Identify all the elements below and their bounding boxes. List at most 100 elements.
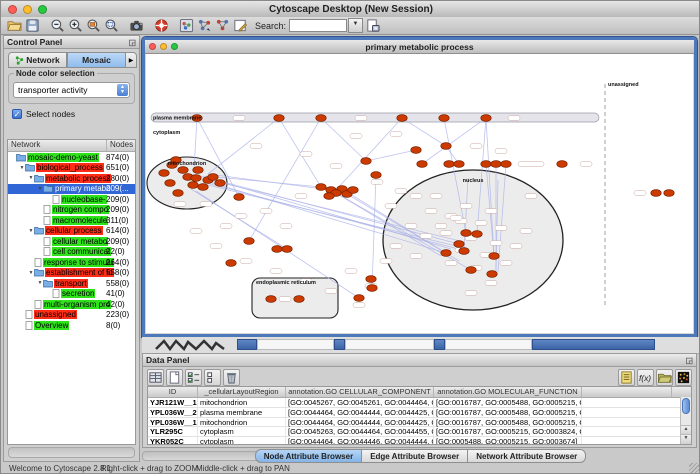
network-node[interactable] — [282, 246, 292, 253]
network-node[interactable] — [481, 161, 491, 168]
tree-row[interactable]: secretion41(0) — [8, 289, 135, 300]
network-node[interactable] — [367, 285, 377, 292]
network-node[interactable] — [444, 161, 454, 168]
table-column-header[interactable] — [582, 387, 672, 397]
tree-row[interactable]: ▼biological_process651(0) — [8, 163, 135, 174]
help-ring-icon[interactable] — [153, 18, 169, 34]
import-attributes-icon[interactable] — [656, 369, 673, 386]
network-node[interactable] — [272, 246, 282, 253]
network-node[interactable] — [361, 158, 371, 165]
network-node[interactable] — [651, 190, 661, 197]
tab-edge-attribute-browser[interactable]: Edge Attribute Browser — [362, 449, 468, 463]
network-node[interactable] — [173, 190, 183, 197]
network-node[interactable] — [274, 115, 284, 122]
network-node[interactable] — [472, 231, 482, 238]
function-builder-icon[interactable]: f(x) — [637, 369, 654, 386]
tree-row[interactable]: cellular metabo209(0) — [8, 236, 135, 247]
new-attribute-icon[interactable] — [166, 369, 183, 386]
tree-row[interactable]: ▼primary metabo209(... — [8, 184, 135, 195]
network-node[interactable] — [159, 170, 169, 177]
table-column-header[interactable]: annotation.GO CELLULAR_COMPONENT — [286, 387, 434, 397]
network-node[interactable] — [226, 260, 236, 267]
float-window-icon[interactable]: ◲ — [685, 356, 693, 365]
network-node[interactable] — [461, 230, 471, 237]
network-node[interactable] — [178, 167, 188, 174]
tree-column-network[interactable]: Network — [8, 140, 107, 151]
edge[interactable] — [208, 118, 279, 174]
resize-grip[interactable] — [689, 463, 700, 474]
tree-row[interactable]: ▼establishment of lo558(0) — [8, 268, 135, 279]
network-node[interactable] — [459, 248, 469, 255]
tree-row[interactable]: ▼transport558(0) — [8, 278, 135, 289]
tree-row[interactable]: ▼metabolic process280(0) — [8, 173, 135, 184]
tree-row[interactable]: response to stimulu264(0) — [8, 257, 135, 268]
tab-network-attribute-browser[interactable]: Network Attribute Browser — [468, 449, 586, 463]
tree-row[interactable]: nitrogen compo209(0) — [8, 205, 135, 216]
network-node[interactable] — [208, 174, 218, 181]
network-node[interactable] — [324, 193, 334, 200]
network-node[interactable] — [244, 238, 254, 245]
tree-row[interactable]: cell communicat22(0) — [8, 247, 135, 258]
zoom-selected-icon[interactable] — [103, 18, 119, 34]
region-plasma-membrane[interactable] — [151, 113, 599, 122]
network-node[interactable] — [501, 161, 511, 168]
network-node[interactable] — [215, 180, 225, 187]
tree-column-nodes[interactable]: Nodes — [107, 140, 133, 151]
edge[interactable] — [321, 118, 366, 161]
tree-row[interactable]: nucleobase-209(0) — [8, 194, 135, 205]
scroll-down-icon[interactable]: ▼ — [681, 434, 691, 444]
select-attributes-icon[interactable] — [185, 369, 202, 386]
network-node[interactable] — [191, 175, 201, 182]
delete-attribute-icon[interactable] — [223, 369, 240, 386]
attribute-batch-icon[interactable] — [618, 369, 635, 386]
select-nodes-checkbox[interactable]: ✓ — [12, 109, 22, 119]
network-node[interactable] — [316, 115, 326, 122]
tab-mosaic[interactable]: Mosaic — [67, 52, 126, 68]
search-input[interactable] — [289, 19, 347, 32]
network-node[interactable] — [188, 182, 198, 189]
tree-row[interactable]: ▼cellular process614(0) — [8, 226, 135, 237]
edge[interactable] — [249, 118, 321, 241]
network-node[interactable] — [316, 184, 326, 191]
network-node[interactable] — [441, 143, 451, 150]
network-node[interactable] — [439, 115, 449, 122]
network-node[interactable] — [354, 295, 364, 302]
zoom-in-icon[interactable] — [67, 18, 83, 34]
create-view-icon[interactable] — [214, 18, 230, 34]
network-node[interactable] — [266, 296, 276, 303]
network-node[interactable] — [366, 276, 376, 283]
tree-row[interactable]: Overview8(0) — [8, 320, 135, 331]
network-node[interactable] — [441, 250, 451, 257]
network-node[interactable] — [664, 190, 674, 197]
table-scrollbar[interactable]: ▲ ▼ — [680, 397, 691, 444]
network-node[interactable] — [193, 167, 203, 174]
tree-row[interactable]: unassigned223(0) — [8, 310, 135, 321]
search-options-icon[interactable] — [364, 18, 380, 34]
table-row[interactable]: YKR052Ccytoplasm[GO:0044464, GO:0044446,… — [148, 437, 691, 445]
save-icon[interactable] — [24, 18, 40, 34]
open-folder-icon[interactable] — [6, 18, 22, 34]
network-node[interactable] — [454, 241, 464, 248]
table-column-header[interactable]: annotation.GO MOLECULAR_FUNCTION — [434, 387, 582, 397]
network-node[interactable] — [466, 267, 476, 274]
network-node[interactable] — [454, 161, 464, 168]
vizmapper-icon[interactable] — [178, 18, 194, 34]
unselect-attributes-icon[interactable] — [204, 369, 221, 386]
network-node[interactable] — [294, 296, 304, 303]
network-node[interactable] — [487, 271, 497, 278]
table-row[interactable]: YPL036W__1mitochondrion[GO:0044464, GO:0… — [148, 418, 691, 428]
network-node[interactable] — [411, 147, 421, 154]
network-node[interactable] — [198, 184, 208, 191]
tab-node-attribute-browser[interactable]: Node Attribute Browser — [255, 449, 363, 463]
table-row[interactable]: YPL036W__2plasma membrane[GO:0044464, GO… — [148, 408, 691, 418]
network-node[interactable] — [491, 161, 501, 168]
tree-row[interactable]: multi-organism pro42(0) — [8, 299, 135, 310]
network-node[interactable] — [417, 161, 427, 168]
zoom-out-icon[interactable] — [49, 18, 65, 34]
edge[interactable] — [366, 150, 416, 161]
table-column-header[interactable]: ID — [148, 387, 198, 397]
network-node[interactable] — [489, 253, 499, 260]
tab-network[interactable]: Network — [8, 52, 67, 68]
network-node[interactable] — [397, 115, 407, 122]
network-node[interactable] — [234, 194, 244, 201]
